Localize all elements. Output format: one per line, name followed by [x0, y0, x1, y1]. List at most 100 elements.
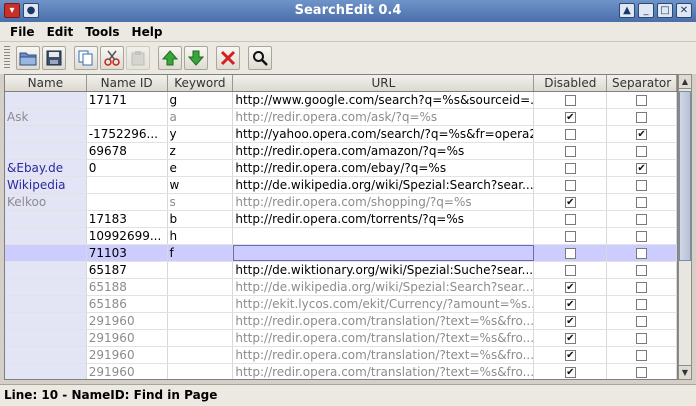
header-separator[interactable]: Separator [607, 75, 677, 91]
maximize-icon[interactable]: □ [657, 3, 673, 18]
minimize-icon[interactable]: _ [638, 3, 654, 18]
cell-keyword[interactable]: b [168, 211, 234, 227]
disabled-checkbox[interactable] [564, 162, 576, 174]
cell-name-id[interactable]: -1752296... [87, 126, 168, 142]
cell-name-id[interactable]: 17171 [87, 92, 168, 108]
disabled-checkbox[interactable]: ✔ [564, 196, 576, 208]
cell-keyword[interactable]: y [168, 126, 234, 142]
disabled-checkbox[interactable]: ✔ [564, 332, 576, 344]
cell-url[interactable]: http://redir.opera.com/ebay/?q=%s [233, 160, 535, 176]
table-row[interactable]: Ask a http://redir.opera.com/ask/?q=%s ✔ [5, 109, 677, 126]
cell-name-id[interactable]: 65186 [87, 296, 168, 312]
cell-keyword[interactable] [168, 330, 234, 346]
cell-url[interactable]: http://de.wikipedia.org/wiki/Spezial:Sea… [233, 279, 535, 295]
scroll-down-icon[interactable]: ▼ [679, 365, 691, 379]
move-down-button[interactable] [184, 46, 208, 70]
delete-button[interactable] [216, 46, 240, 70]
cell-name[interactable] [5, 228, 87, 244]
cell-keyword[interactable] [168, 364, 234, 379]
disabled-checkbox[interactable] [564, 128, 576, 140]
table-row[interactable]: 291960 http://redir.opera.com/translation… [5, 313, 677, 330]
separator-checkbox[interactable] [636, 145, 648, 157]
table-row[interactable]: 71103 f [5, 245, 677, 262]
cell-name-id[interactable]: 291960 [87, 364, 168, 379]
cell-name[interactable] [5, 126, 87, 142]
separator-checkbox[interactable] [636, 349, 648, 361]
move-up-button[interactable] [158, 46, 182, 70]
header-disabled[interactable]: Disabled [534, 75, 608, 91]
cell-url[interactable]: http://ekit.lycos.com/ekit/Currency/?amo… [233, 296, 535, 312]
cell-name-id[interactable]: 291960 [87, 347, 168, 363]
cell-keyword[interactable]: a [168, 109, 234, 125]
cell-name-id[interactable]: 291960 [87, 313, 168, 329]
separator-checkbox[interactable] [636, 179, 648, 191]
paste-button[interactable] [126, 46, 150, 70]
menu-tools[interactable]: Tools [79, 25, 125, 39]
cell-name[interactable]: Kelkoo [5, 194, 87, 210]
cell-name[interactable] [5, 143, 87, 159]
toolbar-grip[interactable] [4, 46, 10, 70]
separator-checkbox[interactable] [636, 196, 648, 208]
scroll-thumb[interactable] [679, 91, 691, 261]
cell-name[interactable] [5, 313, 87, 329]
cell-name-id[interactable]: 71103 [86, 245, 168, 261]
disabled-checkbox[interactable] [564, 247, 576, 259]
cell-name[interactable] [5, 92, 87, 108]
cut-button[interactable] [100, 46, 124, 70]
cell-keyword[interactable]: f [167, 245, 234, 261]
close-icon[interactable]: ✕ [676, 3, 692, 18]
cell-name-id[interactable] [87, 177, 168, 193]
cell-name-id[interactable] [87, 109, 168, 125]
table-row[interactable]: &Ebay.de 0 e http://redir.opera.com/ebay/?q… [5, 160, 677, 177]
separator-checkbox[interactable] [636, 111, 648, 123]
table-row[interactable]: 17183 b http://redir.opera.com/torrents/?q… [5, 211, 677, 228]
separator-checkbox[interactable] [636, 230, 648, 242]
header-keyword[interactable]: Keyword [168, 75, 234, 91]
header-name-id[interactable]: Name ID [87, 75, 168, 91]
scroll-up-icon[interactable]: ▲ [679, 75, 691, 89]
disabled-checkbox[interactable]: ✔ [564, 315, 576, 327]
cell-name[interactable]: &Ebay.de [5, 160, 87, 176]
shade-icon[interactable]: ▲ [619, 3, 635, 18]
cell-url[interactable]: http://redir.opera.com/shopping/?q=%s [233, 194, 535, 210]
table-row[interactable]: 291960 http://redir.opera.com/translation… [5, 347, 677, 364]
cell-name[interactable] [5, 330, 87, 346]
cell-name[interactable] [5, 296, 87, 312]
disabled-checkbox[interactable] [564, 145, 576, 157]
cell-keyword[interactable]: e [168, 160, 234, 176]
cell-url[interactable]: http://redir.opera.com/amazon/?q=%s [233, 143, 535, 159]
cell-keyword[interactable]: z [168, 143, 234, 159]
header-url[interactable]: URL [233, 75, 535, 91]
cell-name[interactable] [5, 262, 87, 278]
table-row[interactable]: 291960 http://redir.opera.com/translation… [5, 364, 677, 379]
separator-checkbox[interactable] [636, 315, 648, 327]
find-button[interactable] [248, 46, 272, 70]
table-row[interactable]: 65186 http://ekit.lycos.com/ekit/Currency… [5, 296, 677, 313]
disabled-checkbox[interactable] [564, 213, 576, 225]
cell-name[interactable] [5, 347, 87, 363]
disabled-checkbox[interactable]: ✔ [564, 349, 576, 361]
menu-help[interactable]: Help [126, 25, 169, 39]
cell-keyword[interactable]: g [168, 92, 234, 108]
open-button[interactable] [16, 46, 40, 70]
cell-url[interactable]: http://redir.opera.com/ask/?q=%s [233, 109, 535, 125]
table-row[interactable]: -1752296... y http://yahoo.opera.com/searc… [5, 126, 677, 143]
cell-name-id[interactable]: 65187 [87, 262, 168, 278]
separator-checkbox[interactable]: ✔ [636, 128, 648, 140]
separator-checkbox[interactable] [636, 366, 648, 378]
disabled-checkbox[interactable]: ✔ [564, 366, 576, 378]
cell-name-id[interactable]: 10992699... [87, 228, 168, 244]
table-row[interactable]: Kelkoo s http://redir.opera.com/shopping/?… [5, 194, 677, 211]
cell-name[interactable] [5, 364, 87, 379]
cell-url[interactable]: http://yahoo.opera.com/search/?q=%s&fr=o… [233, 126, 535, 142]
separator-checkbox[interactable] [636, 213, 648, 225]
cell-url[interactable]: http://redir.opera.com/translation/?text… [233, 313, 535, 329]
cell-keyword[interactable]: s [168, 194, 234, 210]
table-row[interactable]: Wikipedia w http://de.wikipedia.org/wiki/S… [5, 177, 677, 194]
cell-name[interactable] [5, 245, 87, 261]
cell-url[interactable] [233, 245, 535, 261]
cell-name-id[interactable]: 291960 [87, 330, 168, 346]
disabled-checkbox[interactable]: ✔ [564, 111, 576, 123]
cell-keyword[interactable] [168, 262, 234, 278]
cell-keyword[interactable] [168, 279, 234, 295]
